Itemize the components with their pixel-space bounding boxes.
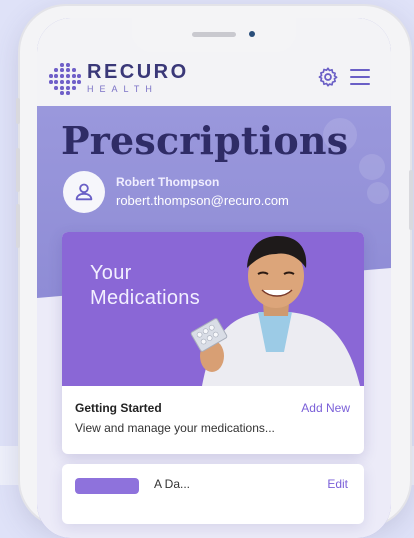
second-card-label: A Da... <box>154 477 191 491</box>
add-new-link[interactable]: Add New <box>301 401 350 415</box>
phone-notch <box>132 18 296 52</box>
logo-dots-icon <box>49 63 81 95</box>
hamburger-menu-icon[interactable] <box>350 69 370 85</box>
phone-side-button <box>16 98 20 124</box>
speaker-grille <box>192 32 236 37</box>
brand-subname: HEALTH <box>87 84 158 94</box>
second-card-badge <box>75 478 139 494</box>
decorative-bubble <box>359 154 385 180</box>
second-card[interactable]: A Da... Edit <box>62 464 364 524</box>
medications-card-image: Your Medications <box>62 232 364 386</box>
card-description: View and manage your medications... <box>75 421 275 435</box>
decorative-bubble <box>367 182 389 204</box>
brand-logo[interactable]: RECURO HEALTH <box>49 61 189 95</box>
user-icon <box>75 183 93 201</box>
phone-power-button <box>409 170 413 230</box>
avatar[interactable] <box>63 171 105 213</box>
card-footer-title: Getting Started <box>75 401 162 415</box>
brand-name: RECURO <box>87 61 189 83</box>
doctor-photo <box>190 236 360 386</box>
gear-icon[interactable] <box>317 66 339 88</box>
phone-volume-up-button <box>16 148 20 192</box>
edit-link[interactable]: Edit <box>327 477 348 491</box>
medications-card[interactable]: Your Medications Getting Started Add New… <box>62 232 364 454</box>
user-name: Robert Thompson <box>116 175 220 189</box>
phone-volume-down-button <box>16 204 20 248</box>
user-email: robert.thompson@recuro.com <box>116 193 289 208</box>
phone-screen: RECURO HEALTH Prescriptions Robert Thomp… <box>37 18 391 538</box>
page-title: Prescriptions <box>61 118 349 163</box>
front-camera <box>249 31 255 37</box>
